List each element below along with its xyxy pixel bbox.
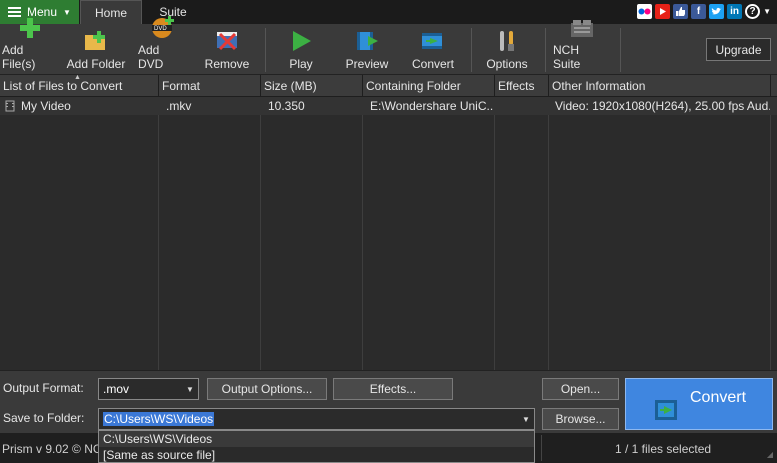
top-bar: Menu ▼ Home Suite f in ? ▼ bbox=[0, 0, 777, 24]
sort-arrow-icon: ▲ bbox=[74, 74, 81, 81]
column-header-info[interactable]: Other Information bbox=[549, 75, 771, 97]
add-files-button[interactable]: Add File(s) bbox=[2, 18, 58, 74]
add-folder-icon bbox=[84, 29, 108, 53]
preview-label: Preview bbox=[345, 57, 389, 71]
like-icon[interactable] bbox=[673, 4, 689, 19]
table-row[interactable]: My Video .mkv 10.350 E:\Wondershare UniC… bbox=[0, 97, 777, 115]
output-format-select[interactable]: .mov ▼ bbox=[98, 378, 199, 400]
hamburger-icon bbox=[8, 7, 21, 17]
output-options-button[interactable]: Output Options... bbox=[207, 378, 327, 400]
cell-info: Video: 1920x1080(H264), 25.00 fps Aud... bbox=[555, 99, 770, 113]
toolbar-divider bbox=[265, 28, 266, 72]
toolbar-divider bbox=[545, 28, 546, 72]
remove-button[interactable]: Remove bbox=[204, 26, 250, 74]
dropdown-option[interactable]: C:\Users\WS\Videos bbox=[99, 431, 534, 447]
options-label: Options bbox=[486, 57, 528, 71]
column-divider bbox=[548, 97, 549, 370]
output-panel: Output Format: .mov ▼ Output Options... … bbox=[0, 370, 777, 433]
save-folder-label: Save to Folder: bbox=[3, 411, 85, 425]
remove-icon bbox=[215, 29, 239, 53]
social-links: f in ? ▼ bbox=[637, 4, 771, 19]
video-file-icon bbox=[5, 100, 15, 112]
preview-button[interactable]: Preview bbox=[343, 26, 391, 74]
twitter-icon[interactable] bbox=[709, 4, 725, 19]
options-icon bbox=[495, 29, 519, 53]
file-list-header: ▲ List of Files to Convert Format Size (… bbox=[0, 74, 777, 97]
cell-size: 10.350 bbox=[268, 99, 305, 113]
add-dvd-icon: DVD bbox=[150, 15, 174, 39]
chevron-down-icon[interactable]: ▼ bbox=[182, 379, 198, 399]
column-header-size[interactable]: Size (MB) bbox=[261, 75, 363, 97]
files-selected-text: 1 / 1 files selected bbox=[615, 442, 712, 456]
output-format-value: .mov bbox=[103, 382, 130, 396]
chevron-down-icon: ▼ bbox=[63, 7, 71, 17]
remove-label: Remove bbox=[204, 57, 250, 71]
facebook-icon[interactable]: f bbox=[691, 4, 707, 19]
svg-text:DVD: DVD bbox=[154, 26, 167, 32]
column-divider bbox=[770, 97, 771, 370]
column-header-effects[interactable]: Effects bbox=[495, 75, 549, 97]
column-header-label: List of Files to Convert bbox=[3, 79, 123, 93]
cell-folder: E:\Wondershare UniC... bbox=[370, 99, 494, 113]
tab-home[interactable]: Home bbox=[80, 0, 142, 24]
toolbar-divider bbox=[620, 28, 621, 72]
resize-grip-icon[interactable]: ◢ bbox=[767, 450, 773, 459]
cell-file-name: My Video bbox=[0, 97, 158, 115]
nch-suite-label: NCH Suite bbox=[553, 43, 581, 71]
convert-label: Convert bbox=[690, 389, 747, 406]
play-label: Play bbox=[289, 57, 313, 71]
file-name-text: My Video bbox=[21, 99, 71, 113]
cell-format: .mkv bbox=[166, 99, 192, 113]
add-files-label: Add File(s) bbox=[2, 43, 36, 71]
add-folder-button[interactable]: Add Folder bbox=[66, 26, 126, 74]
play-button[interactable]: Play bbox=[280, 26, 322, 74]
chevron-down-icon[interactable]: ▼ bbox=[518, 409, 534, 429]
upgrade-button[interactable]: Upgrade bbox=[706, 38, 771, 61]
column-header-format[interactable]: Format bbox=[159, 75, 261, 97]
output-format-label: Output Format: bbox=[3, 381, 84, 395]
status-divider bbox=[541, 435, 542, 461]
options-button[interactable]: Options bbox=[484, 26, 530, 74]
browse-button[interactable]: Browse... bbox=[542, 408, 619, 430]
column-divider bbox=[494, 97, 495, 370]
save-folder-input[interactable]: C:\Users\WS\Videos ▼ bbox=[98, 408, 535, 430]
help-icon[interactable]: ? bbox=[745, 4, 761, 19]
toolbar: Add File(s) Add Folder DVD Add DVD Remov… bbox=[0, 16, 777, 75]
column-header-folder[interactable]: Containing Folder bbox=[363, 75, 495, 97]
youtube-icon[interactable] bbox=[655, 4, 671, 19]
convert-button[interactable]: Convert bbox=[625, 378, 773, 430]
toolbar-divider bbox=[471, 28, 472, 72]
nch-suite-button[interactable]: NCH Suite bbox=[553, 20, 609, 74]
convert-icon bbox=[421, 29, 445, 53]
add-dvd-button[interactable]: DVD Add DVD bbox=[138, 16, 186, 74]
save-folder-dropdown[interactable]: C:\Users\WS\Videos [Same as source file] bbox=[98, 430, 535, 463]
flickr-icon[interactable] bbox=[637, 4, 653, 19]
open-button[interactable]: Open... bbox=[542, 378, 619, 400]
convert-icon bbox=[655, 400, 677, 420]
column-divider bbox=[362, 97, 363, 370]
add-file-icon bbox=[18, 17, 42, 39]
linkedin-icon[interactable]: in bbox=[727, 4, 743, 19]
preview-icon bbox=[355, 29, 379, 53]
effects-button[interactable]: Effects... bbox=[333, 378, 453, 400]
column-divider bbox=[260, 97, 261, 370]
play-icon bbox=[289, 29, 313, 53]
chevron-down-icon[interactable]: ▼ bbox=[763, 7, 771, 16]
add-folder-label: Add Folder bbox=[66, 57, 126, 71]
file-list[interactable]: ▲ List of Files to Convert Format Size (… bbox=[0, 74, 777, 370]
convert-toolbar-label: Convert bbox=[411, 57, 455, 71]
nch-suite-icon bbox=[569, 17, 593, 39]
convert-toolbar-button[interactable]: Convert bbox=[409, 26, 457, 74]
cell-effects bbox=[497, 97, 548, 115]
save-folder-value: C:\Users\WS\Videos bbox=[103, 412, 215, 426]
column-header-files[interactable]: ▲ List of Files to Convert bbox=[0, 74, 159, 97]
dropdown-option[interactable]: [Same as source file] bbox=[99, 447, 534, 463]
column-divider bbox=[158, 97, 159, 370]
add-dvd-label: Add DVD bbox=[138, 43, 164, 71]
